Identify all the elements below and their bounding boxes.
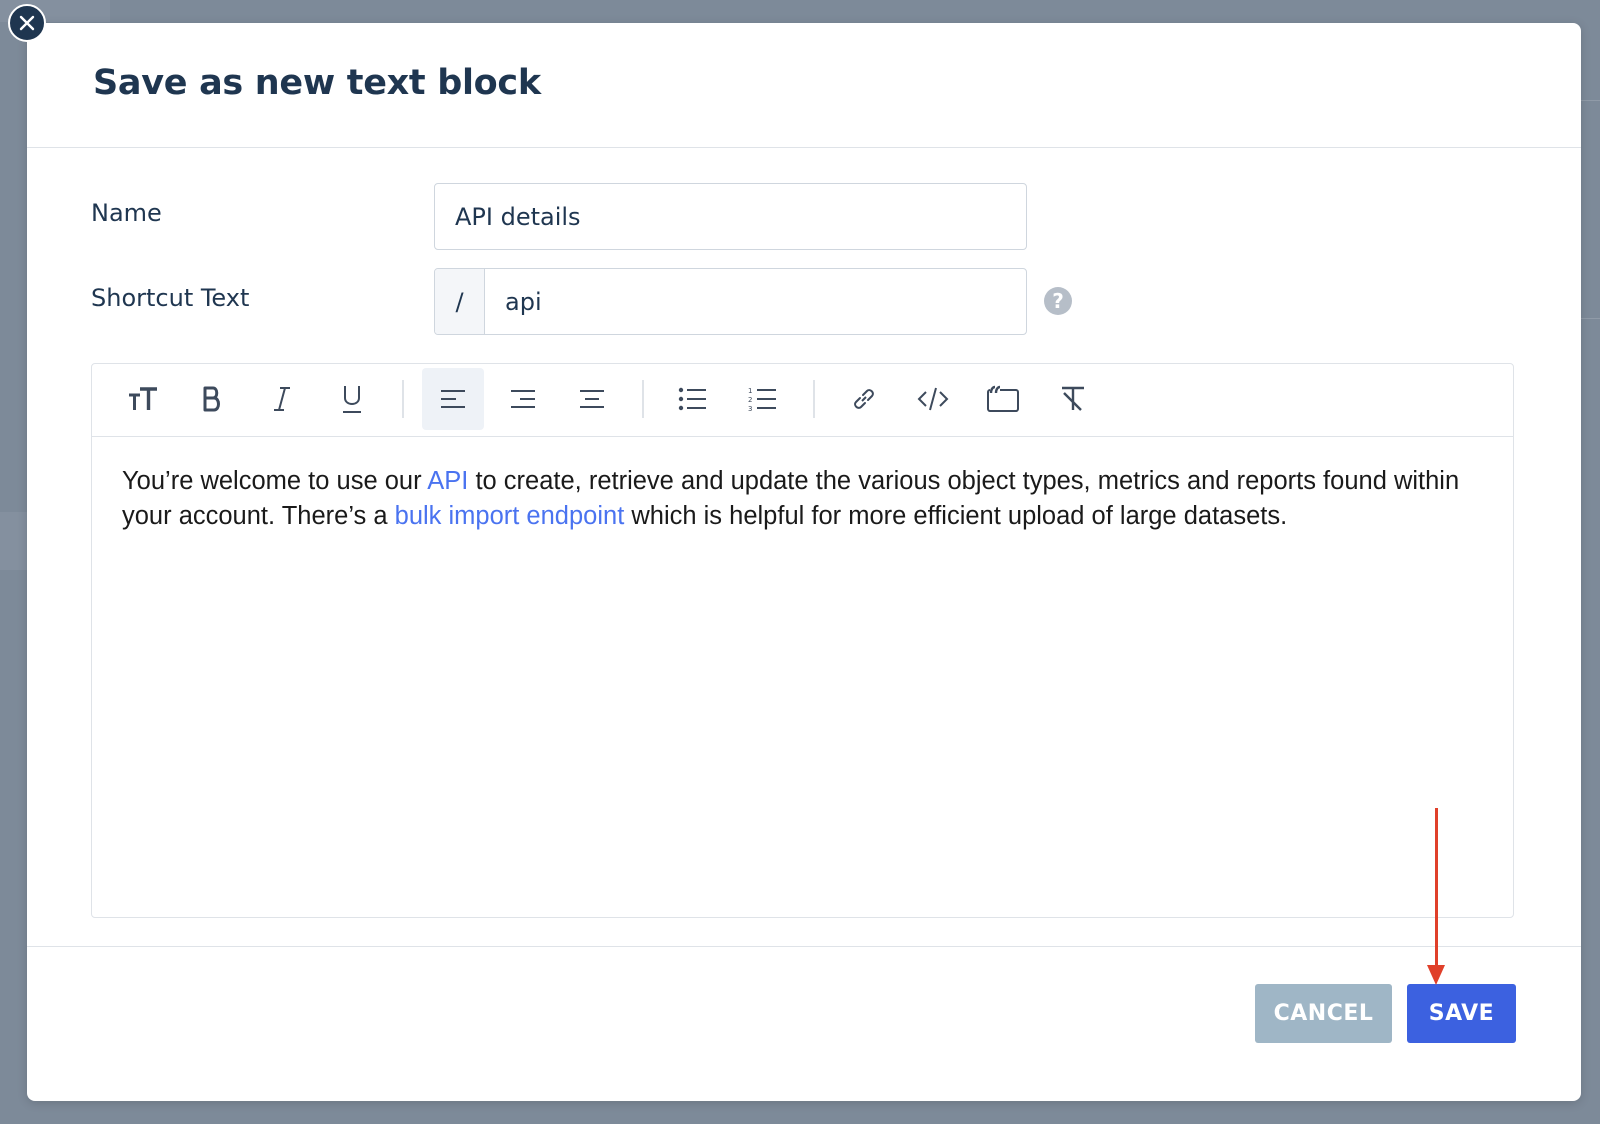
italic-button[interactable]	[251, 368, 313, 430]
editor-text: You’re welcome to use our	[122, 467, 428, 495]
annotation-arrow-head-icon	[1427, 965, 1445, 985]
quote-icon	[987, 385, 1019, 412]
svg-text:1: 1	[748, 387, 752, 395]
toolbar-separator	[402, 380, 404, 418]
save-button[interactable]: SAVE	[1407, 984, 1516, 1043]
shortcut-input-group: /	[434, 268, 1027, 335]
dialog-header: Save as new text block	[27, 23, 1581, 148]
background-strip	[0, 512, 28, 570]
footer-divider	[27, 946, 1581, 947]
align-center-button[interactable]	[561, 368, 623, 430]
underline-icon	[343, 386, 361, 413]
toolbar-separator	[642, 380, 644, 418]
align-center-icon	[580, 390, 604, 408]
svg-text:2: 2	[748, 396, 752, 404]
svg-text:3: 3	[748, 405, 752, 412]
bold-button[interactable]	[181, 368, 243, 430]
api-link[interactable]: API	[427, 467, 468, 495]
bullet-list-icon	[678, 387, 706, 411]
link-button[interactable]	[833, 368, 895, 430]
bold-icon	[203, 386, 220, 412]
italic-icon	[274, 387, 290, 411]
shortcut-text-input[interactable]	[485, 269, 1026, 334]
name-label: Name	[91, 199, 162, 227]
cancel-button[interactable]: CANCEL	[1255, 984, 1392, 1043]
align-left-icon	[441, 390, 465, 408]
name-input[interactable]	[434, 183, 1027, 250]
bulk-import-endpoint-link[interactable]: bulk import endpoint	[395, 502, 625, 530]
help-icon[interactable]: ?	[1044, 287, 1072, 315]
quote-button[interactable]	[972, 368, 1034, 430]
numbered-list-icon: 1 2 3	[748, 387, 776, 412]
link-icon	[854, 389, 874, 409]
align-right-icon	[511, 390, 535, 408]
align-left-button[interactable]	[422, 368, 484, 430]
numbered-list-button[interactable]: 1 2 3	[732, 368, 794, 430]
toolbar-separator	[813, 380, 815, 418]
text-size-button[interactable]	[112, 368, 174, 430]
rich-text-editor: 1 2 3 You’re welcome to use our API to c…	[91, 363, 1514, 918]
code-icon	[917, 387, 949, 411]
text-size-icon	[129, 387, 157, 410]
underline-button[interactable]	[321, 368, 383, 430]
editor-content[interactable]: You’re welcome to use our API to create,…	[122, 464, 1462, 534]
clear-format-icon	[1062, 386, 1084, 411]
dialog-title: Save as new text block	[93, 63, 541, 103]
editor-text: which is helpful for more efficient uplo…	[624, 502, 1288, 530]
close-button[interactable]	[8, 4, 46, 42]
shortcut-prefix: /	[435, 269, 485, 334]
annotation-arrow-line	[1435, 808, 1438, 968]
align-right-button[interactable]	[492, 368, 554, 430]
save-text-block-dialog: Save as new text block Name Shortcut Tex…	[27, 23, 1581, 1101]
editor-toolbar: 1 2 3	[92, 364, 1513, 437]
code-button[interactable]	[902, 368, 964, 430]
clear-format-button[interactable]	[1042, 368, 1104, 430]
close-icon	[19, 15, 35, 31]
shortcut-text-label: Shortcut Text	[91, 284, 250, 312]
bullet-list-button[interactable]	[662, 368, 724, 430]
